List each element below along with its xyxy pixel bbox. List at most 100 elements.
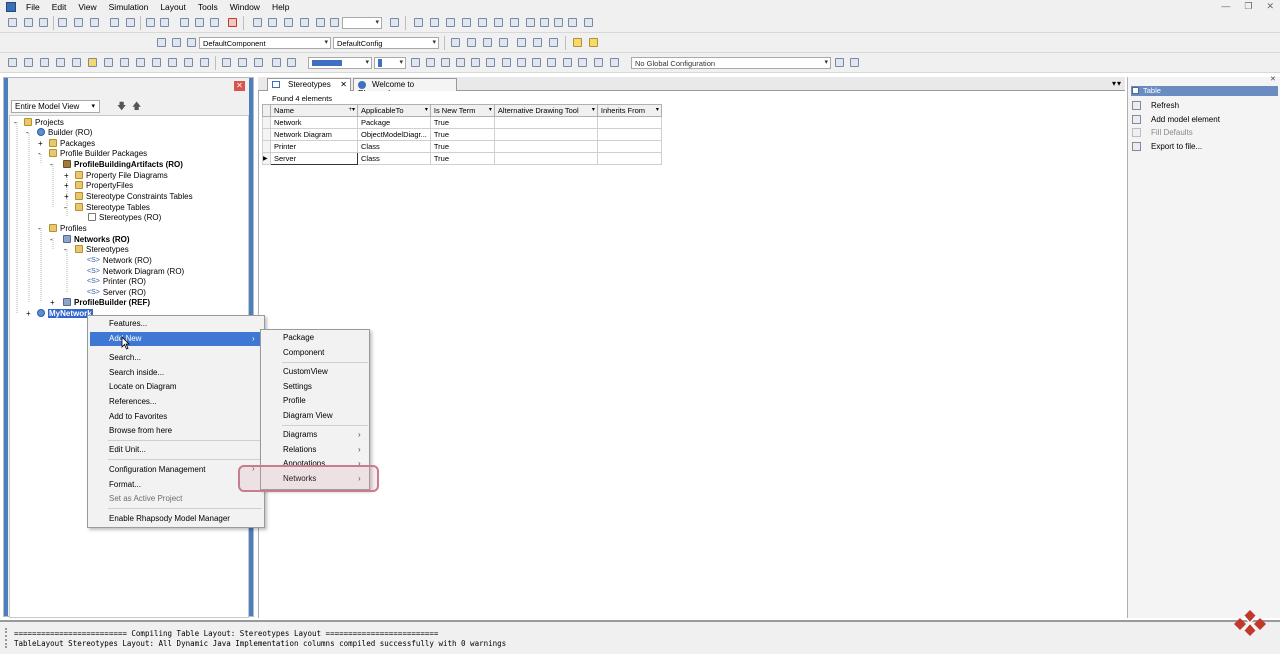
bullets-icon[interactable] (547, 58, 556, 67)
menu-window[interactable]: Window (224, 2, 266, 12)
expand-icon[interactable]: + (64, 192, 69, 201)
zoom-out-icon[interactable] (268, 18, 277, 27)
matrix-view-icon[interactable] (533, 38, 542, 47)
move-down-icon[interactable]: 🡇 (117, 99, 126, 115)
collapse-icon[interactable]: - (26, 128, 29, 137)
font-shrink-icon[interactable] (426, 58, 435, 67)
info-icon[interactable] (126, 18, 135, 27)
link-icon[interactable] (104, 58, 113, 67)
submenu-item-customview[interactable]: CustomView (283, 366, 328, 378)
same-width-icon[interactable] (510, 18, 519, 27)
tree-node-stereotypes-folder[interactable]: Stereotypes (75, 244, 129, 254)
ungroup-icon[interactable] (254, 58, 263, 67)
restore-icon[interactable]: ❐ (1244, 1, 1252, 12)
browser-view-icon[interactable] (451, 38, 460, 47)
tree-node-property-file-diagrams[interactable]: Property File Diagrams (75, 170, 168, 180)
connector-icon[interactable] (136, 58, 145, 67)
submenu-item-settings[interactable]: Settings (283, 381, 312, 393)
vspace-icon[interactable] (287, 58, 296, 67)
menu-simulation[interactable]: Simulation (103, 2, 155, 12)
frame-icon[interactable] (222, 58, 231, 67)
anchor-icon[interactable] (120, 58, 129, 67)
strikethrough-icon[interactable] (486, 58, 495, 67)
note-icon[interactable] (88, 58, 97, 67)
font-color-icon[interactable] (563, 58, 572, 67)
submenu-item-component[interactable]: Component (283, 347, 324, 359)
tab-list-icon[interactable]: ▾ (1117, 79, 1121, 88)
tree-node-profile-builder-ref[interactable]: ProfileBuilder (REF) (63, 297, 150, 307)
boundary-icon[interactable] (152, 58, 161, 67)
tree-node-stereotype-constraints-tables[interactable]: Stereotype Constraints Tables (75, 191, 193, 201)
table-row[interactable]: Network Package True (262, 116, 662, 129)
column-header-name[interactable]: Name +▾ (270, 104, 358, 117)
collapse-icon[interactable]: - (50, 160, 53, 169)
specification-icon[interactable] (390, 18, 399, 27)
menu-tools[interactable]: Tools (192, 2, 224, 12)
same-size-icon[interactable] (540, 18, 549, 27)
collapse-icon[interactable]: - (50, 235, 53, 244)
align-bottom-icon[interactable] (494, 18, 503, 27)
align-center-icon[interactable] (430, 18, 439, 27)
open-icon[interactable] (24, 18, 33, 27)
component-select[interactable]: DefaultComponent ▾ (199, 37, 331, 49)
build-icon[interactable] (180, 18, 189, 27)
same-height-icon[interactable] (526, 18, 535, 27)
delete-icon[interactable] (228, 18, 237, 27)
menu-item-features[interactable]: Features... (109, 318, 147, 330)
pan-icon[interactable] (300, 18, 309, 27)
submenu-item-profile[interactable]: Profile (283, 395, 306, 407)
line-icon[interactable] (184, 58, 193, 67)
menu-item-configuration-management[interactable]: Configuration Management (109, 464, 206, 476)
tree-node-builder[interactable]: Builder (RO) (37, 127, 92, 137)
resize-icon[interactable] (56, 58, 65, 67)
add-model-element-button[interactable]: Add model element (1132, 115, 1220, 124)
tree-node-network-stereotype[interactable]: <S> Network (RO) (87, 255, 152, 265)
column-header-applicable-to[interactable]: ApplicableTo ▾ (357, 104, 431, 117)
menu-item-edit-unit[interactable]: Edit Unit... (109, 444, 146, 456)
save-icon[interactable] (39, 18, 48, 27)
tab-stereotypes[interactable]: Stereotypes ✕ (267, 78, 351, 91)
minimize-icon[interactable]: — (1221, 1, 1230, 12)
drawing-toolbar-icon[interactable] (499, 38, 508, 47)
menu-item-search[interactable]: Search... (109, 352, 141, 364)
tree-node-mynetwork[interactable]: MyNetwork (37, 308, 93, 318)
tree-node-profiles[interactable]: Profiles (49, 223, 87, 233)
add-favorite-icon[interactable] (589, 38, 598, 47)
tree-node-profile-builder-packages[interactable]: Profile Builder Packages (49, 148, 147, 158)
rect-icon[interactable] (200, 58, 209, 67)
grid-toggle-icon[interactable] (24, 58, 33, 67)
tree-node-network-diagram-stereotype[interactable]: <S> Network Diagram (RO) (87, 266, 184, 276)
collapse-icon[interactable]: - (14, 118, 17, 127)
grid-icon[interactable] (554, 18, 563, 27)
main-menu-dropdown-icon[interactable]: ▾ (1112, 79, 1116, 88)
column-header-inherits-from[interactable]: Inherits From ▾ (596, 104, 662, 117)
configuration-select[interactable]: DefaultConfig ▾ (333, 37, 439, 49)
refresh-button[interactable]: Refresh (1132, 101, 1179, 110)
cut-icon[interactable] (58, 18, 67, 27)
move-up-icon[interactable]: 🡅 (132, 99, 141, 115)
snap-icon[interactable] (568, 18, 577, 27)
tree-node-stereotypes-table[interactable]: Stereotypes (RO) (88, 212, 161, 222)
paste-icon[interactable] (90, 18, 99, 27)
text-left-icon[interactable] (502, 58, 511, 67)
select-icon[interactable] (8, 58, 17, 67)
tree-node-packages[interactable]: Packages (49, 138, 95, 148)
align-left-icon[interactable] (414, 18, 423, 27)
table-view-icon[interactable] (517, 38, 526, 47)
text-right-icon[interactable] (532, 58, 541, 67)
menu-view[interactable]: View (72, 2, 102, 12)
column-header-alt-drawing-tool[interactable]: Alternative Drawing Tool ▾ (493, 104, 598, 117)
submenu-item-diagrams[interactable]: Diagrams (283, 429, 317, 441)
menu-item-browse-from-here[interactable]: Browse from here (109, 425, 172, 437)
menu-edit[interactable]: Edit (46, 2, 73, 12)
undo-icon[interactable] (146, 18, 155, 27)
tree-node-printer-stereotype[interactable]: <S> Printer (RO) (87, 276, 146, 286)
align-right-icon[interactable] (446, 18, 455, 27)
favorites-icon[interactable] (573, 38, 582, 47)
tree-node-projects[interactable]: Projects (24, 117, 64, 127)
menu-item-enable-model-manager[interactable]: Enable Rhapsody Model Manager (109, 513, 230, 525)
menu-item-references[interactable]: References... (109, 396, 157, 408)
menu-item-search-inside[interactable]: Search inside... (109, 367, 164, 379)
copy-icon[interactable] (74, 18, 83, 27)
collapse-icon[interactable]: - (38, 149, 41, 158)
